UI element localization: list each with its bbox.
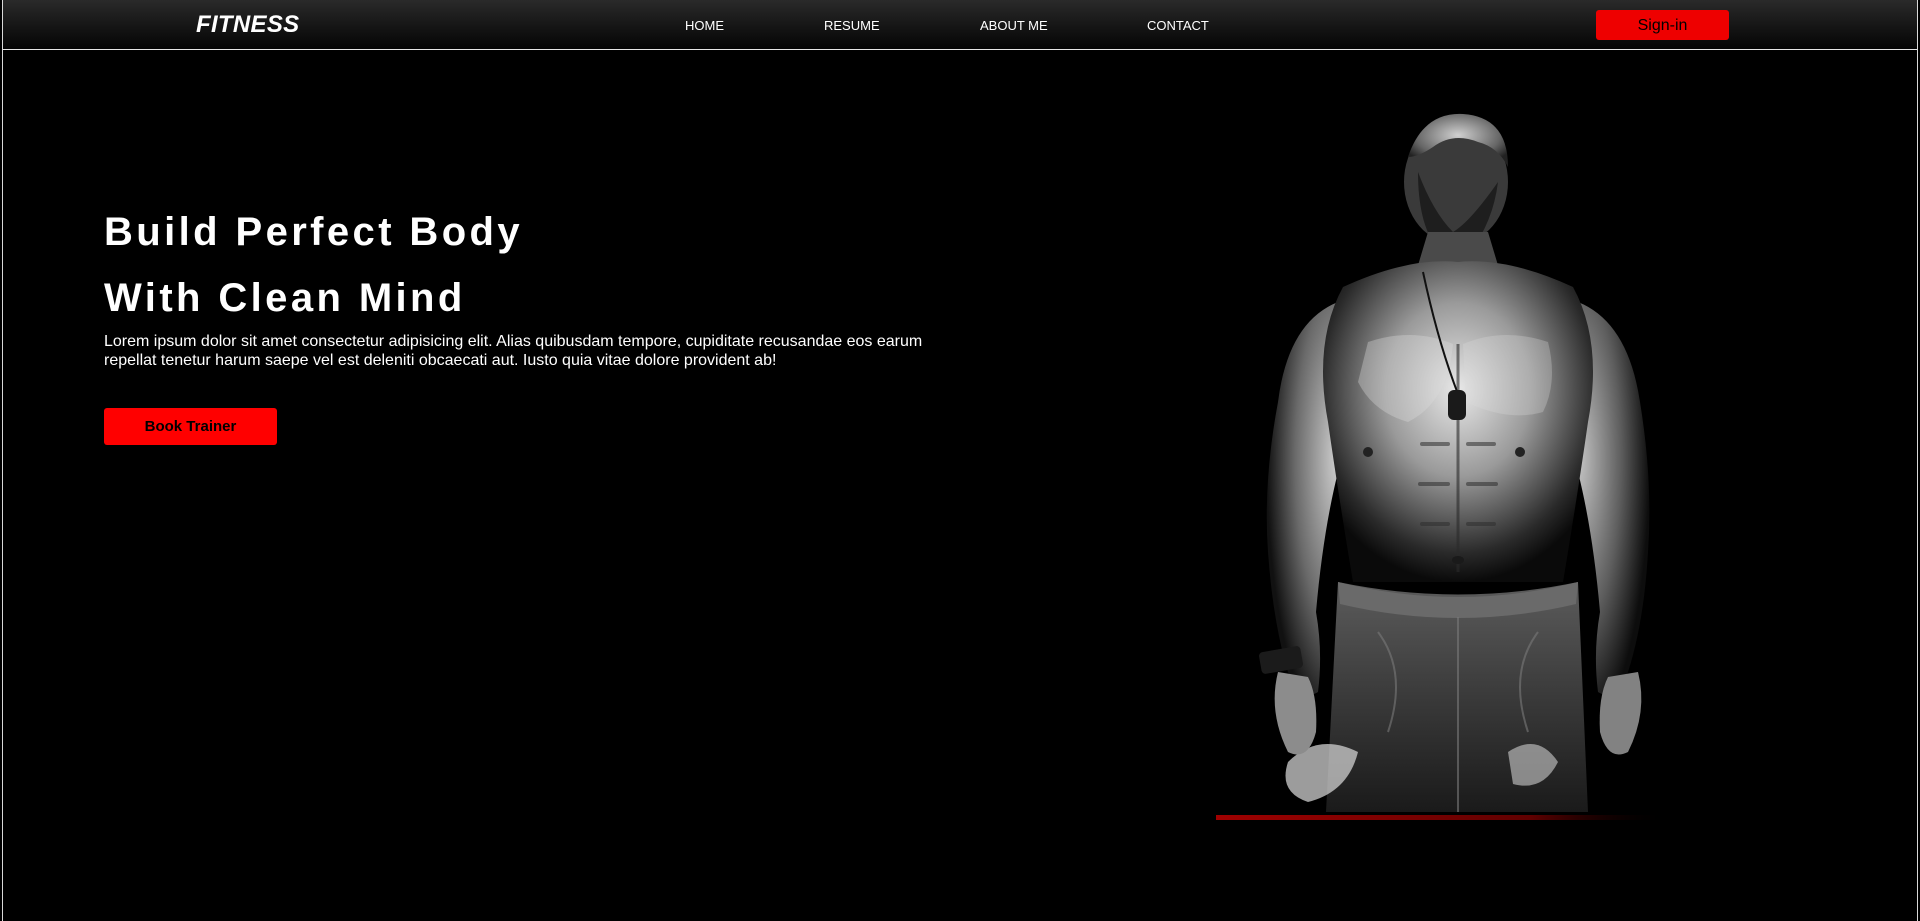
hero-image xyxy=(1208,112,1668,822)
hero-title: Build Perfect Body With Clean Mind xyxy=(104,199,523,331)
hero-title-line-2: With Clean Mind xyxy=(104,276,466,320)
hero-title-line-1: Build Perfect Body xyxy=(104,210,524,254)
sign-in-button[interactable]: Sign-in xyxy=(1596,10,1729,40)
book-trainer-button[interactable]: Book Trainer xyxy=(104,408,277,445)
nav-link-resume[interactable]: RESUME xyxy=(824,18,880,33)
nav-link-about-me[interactable]: ABOUT ME xyxy=(980,18,1048,33)
navbar: FITNESS HOME RESUME ABOUT ME CONTACT Sig… xyxy=(3,0,1917,50)
nav-link-contact[interactable]: CONTACT xyxy=(1147,18,1209,33)
hero-description: Lorem ipsum dolor sit amet consectetur a… xyxy=(104,333,923,369)
nav-link-home[interactable]: HOME xyxy=(685,18,724,33)
page-frame: FITNESS HOME RESUME ABOUT ME CONTACT Sig… xyxy=(2,0,1918,921)
muscular-man-illustration xyxy=(1216,113,1666,820)
